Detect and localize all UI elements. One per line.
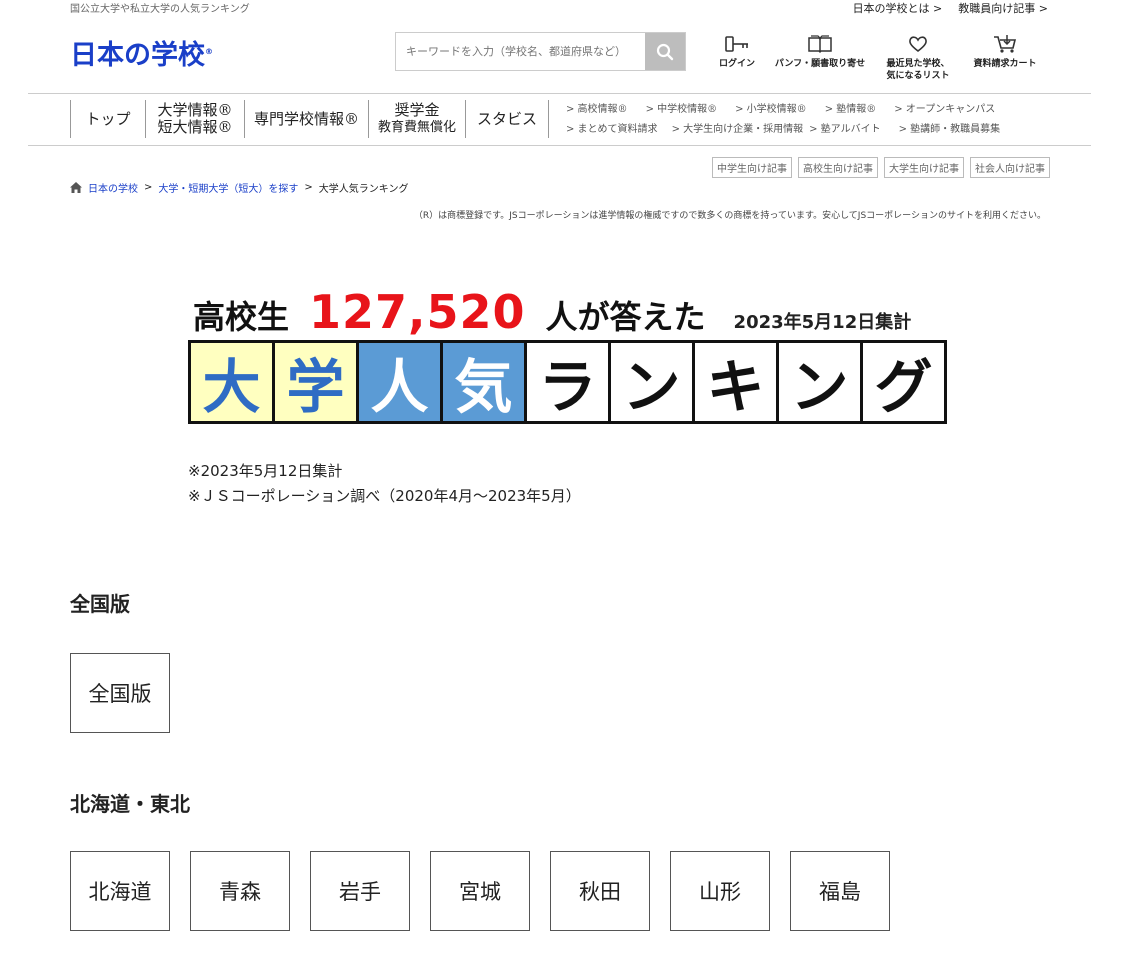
subnav-open-campus[interactable]: > オープンキャンパス	[894, 104, 995, 115]
banner-prefix: 高校生	[193, 298, 290, 336]
nav-university[interactable]: 大学情報® 短大情報®	[145, 100, 244, 138]
trademark-notice: （R）は商標登録です。JSコーポレーションは進学情報の権威ですので数多くの商標を…	[413, 211, 1046, 221]
respondent-count: 127,520	[309, 285, 526, 339]
nav-junior-college-label: 短大情報®	[157, 118, 233, 136]
sub-nav-row: > 高校情報® > 中学校情報® > 小学校情報® > 塾情報® > オープンキャンパス	[566, 100, 1046, 120]
heart-icon	[909, 36, 927, 53]
prefecture-button-akita[interactable]: 秋田	[550, 851, 650, 931]
prefecture-button-miyagi[interactable]: 宮城	[430, 851, 530, 931]
nav-vocational-label: 専門学校情報®	[253, 109, 359, 128]
subnav-high-school[interactable]: > 高校情報®	[566, 104, 628, 115]
tab-university-articles[interactable]: 大学生向け記事	[884, 157, 964, 178]
breadcrumb-home[interactable]: 日本の学校	[88, 180, 138, 195]
section-title-hokkaido-tohoku: 北海道・東北	[70, 792, 190, 816]
banner-char: 人	[359, 343, 443, 421]
book-icon	[808, 35, 832, 54]
banner-date: 2023年5月12日集計	[733, 312, 912, 333]
top-links: 日本の学校とは > 教職員向け記事 >	[853, 0, 1048, 16]
header-icons: ログイン パンフ・願書取り寄せ 最近見た学校、 気になるリスト 資料請求カート	[708, 34, 1048, 82]
subnav-bulk-request[interactable]: > まとめて資料請求	[566, 124, 658, 135]
hokkaido-tohoku-list: 北海道 青森 岩手 宮城 秋田 山形 福島	[70, 851, 890, 931]
banner-char: ン	[779, 343, 863, 421]
tab-high-school-articles[interactable]: 高校生向け記事	[798, 157, 878, 178]
login-button[interactable]: ログイン	[708, 34, 766, 82]
section-title-national: 全国版	[70, 592, 130, 616]
subnav-cram-school[interactable]: > 塾情報®	[825, 104, 877, 115]
banner-title-boxes: 大 学 人 気 ラ ン キ ン グ	[188, 340, 947, 424]
subnav-junior-high[interactable]: > 中学校情報®	[646, 104, 718, 115]
subnav-elementary[interactable]: > 小学校情報®	[735, 104, 807, 115]
nav-vocational[interactable]: 専門学校情報®	[244, 100, 368, 138]
search-icon	[656, 43, 674, 60]
banner-char: グ	[863, 343, 947, 421]
nav-divider	[28, 145, 1091, 146]
login-label: ログイン	[718, 59, 755, 69]
note-date: ※2023年5月12日集計	[188, 462, 343, 480]
tab-junior-high-articles[interactable]: 中学生向け記事	[712, 157, 792, 178]
breadcrumb-separator: >	[144, 182, 153, 193]
subnav-teacher-job[interactable]: > 塾講師・教職員募集	[899, 124, 1001, 135]
breadcrumb: 日本の学校 > 大学・短期大学（短大）を探す > 大学人気ランキング	[70, 180, 408, 195]
sub-nav-row: > まとめて資料請求 > 大学生向け企業・採用情報 > 塾アルバイト > 塾講師・教職…	[566, 120, 1046, 140]
survey-notes: ※2023年5月12日集計 ※ＪＳコーポレーション調べ（2020年4月〜2023…	[188, 459, 581, 509]
favorites-label-2: 気になるリスト	[886, 71, 950, 81]
banner-suffix: 人が答えた	[545, 298, 706, 336]
banner-char: 大	[191, 343, 275, 421]
nav-scholarship[interactable]: 奨学金 教育費無償化	[368, 100, 465, 138]
search-input[interactable]	[396, 33, 645, 70]
favorites-button[interactable]: 最近見た学校、 気になるリスト	[874, 34, 962, 82]
staff-articles-link[interactable]: 教職員向け記事 >	[958, 0, 1048, 16]
banner-char: キ	[695, 343, 779, 421]
logo-mark: ®	[205, 47, 213, 56]
about-link[interactable]: 日本の学校とは >	[853, 0, 943, 16]
search-bar	[395, 32, 686, 71]
logo-text: 日本の学校	[70, 40, 205, 71]
banner-char: 学	[275, 343, 359, 421]
subnav-cram-job[interactable]: > 塾アルバイト	[809, 124, 880, 135]
global-nav: トップ 大学情報® 短大情報® 専門学校情報® 奨学金 教育費無償化 スタビス	[70, 100, 549, 138]
breadcrumb-university-search[interactable]: 大学・短期大学（短大）を探す	[158, 180, 298, 195]
nav-stabis[interactable]: スタビス	[465, 100, 549, 138]
note-source: ※ＪＳコーポレーション調べ（2020年4月〜2023年5月）	[188, 487, 581, 505]
subnav-recruitment[interactable]: > 大学生向け企業・採用情報	[672, 124, 804, 135]
search-button[interactable]	[645, 33, 685, 70]
nav-university-label: 大学情報®	[157, 101, 233, 119]
prefecture-button-hokkaido[interactable]: 北海道	[70, 851, 170, 931]
site-tagline: 国公立大学や私立大学の人気ランキング	[70, 4, 250, 15]
prefecture-button-yamagata[interactable]: 山形	[670, 851, 770, 931]
banner-char: ラ	[527, 343, 611, 421]
nav-stabis-label: スタビス	[476, 109, 537, 128]
request-cart-label: 資料請求カート	[973, 59, 1037, 69]
ranking-banner: 高校生 127,520 人が答えた 2023年5月12日集計 大 学 人 気 ラ…	[188, 285, 947, 425]
favorites-label-1: 最近見た学校、	[886, 59, 950, 69]
tab-adult-articles[interactable]: 社会人向け記事	[970, 157, 1050, 178]
banner-char: 気	[443, 343, 527, 421]
prefecture-button-aomori[interactable]: 青森	[190, 851, 290, 931]
key-icon	[725, 36, 748, 52]
pamphlet-button[interactable]: パンフ・願書取り寄せ	[766, 34, 874, 82]
nav-free-education-label: 教育費無償化	[377, 120, 456, 135]
sub-nav: > 高校情報® > 中学校情報® > 小学校情報® > 塾情報® > オープンキャンパス…	[566, 100, 1046, 140]
nav-scholarship-label: 奨学金	[394, 101, 440, 119]
banner-headline: 高校生 127,520 人が答えた 2023年5月12日集計	[193, 285, 911, 339]
nav-top-label: トップ	[85, 109, 131, 128]
header-divider	[28, 93, 1091, 94]
prefecture-button-fukushima[interactable]: 福島	[790, 851, 890, 931]
site-logo[interactable]: 日本の学校®	[70, 33, 213, 72]
banner-char: ン	[611, 343, 695, 421]
breadcrumb-separator: >	[304, 182, 313, 193]
home-icon	[70, 182, 82, 193]
cart-icon	[994, 35, 1017, 53]
breadcrumb-current: 大学人気ランキング	[318, 184, 409, 195]
prefecture-button-iwate[interactable]: 岩手	[310, 851, 410, 931]
nav-top[interactable]: トップ	[70, 100, 145, 138]
audience-tabs: 中学生向け記事 高校生向け記事 大学生向け記事 社会人向け記事	[712, 157, 1050, 178]
request-cart-button[interactable]: 資料請求カート	[962, 34, 1048, 82]
pamphlet-label: パンフ・願書取り寄せ	[774, 59, 866, 69]
national-list: 全国版	[70, 653, 170, 733]
region-button-national[interactable]: 全国版	[70, 653, 170, 733]
